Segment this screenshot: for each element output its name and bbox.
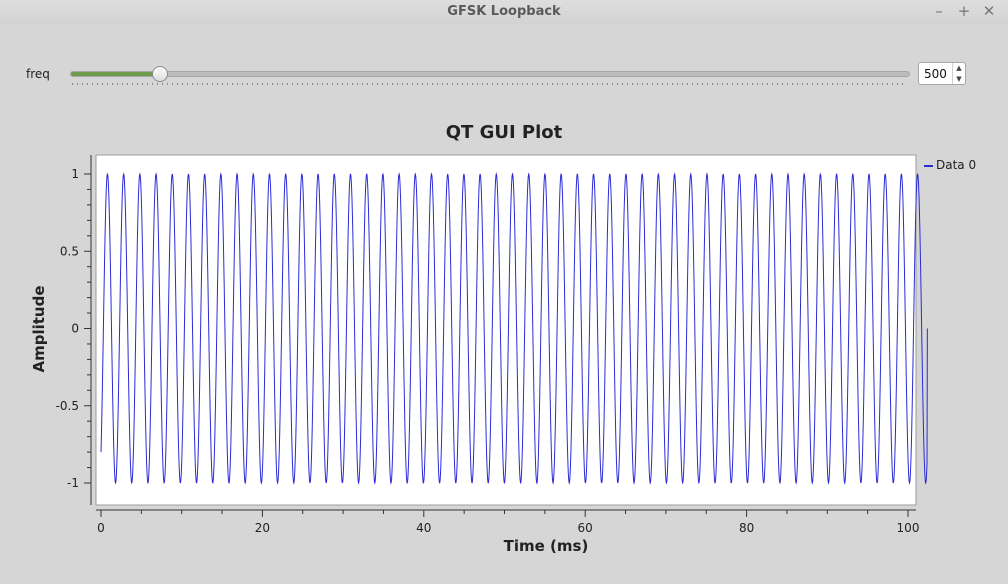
y-tick-label: 0.5 bbox=[60, 244, 79, 258]
x-tick-label: 100 bbox=[897, 521, 920, 535]
x-tick-label: 40 bbox=[416, 521, 431, 535]
x-tick-label: 80 bbox=[739, 521, 754, 535]
y-axis-title: Amplitude bbox=[30, 285, 48, 372]
y-tick-label: -0.5 bbox=[56, 399, 79, 413]
x-axis-title: Time (ms) bbox=[504, 537, 589, 555]
y-tick-label: 0 bbox=[71, 322, 79, 336]
plot-canvas: 0 20 40 60 80 100 1 0.5 0 -0.5 -1 Time (ms) Amplitud… bbox=[30, 154, 928, 555]
legend-swatch-icon bbox=[924, 164, 933, 167]
y-tick-label: -1 bbox=[67, 476, 79, 490]
y-tick-label: 1 bbox=[71, 167, 79, 181]
plot-legend[interactable]: Data 0 bbox=[924, 158, 976, 172]
x-tick-label: 20 bbox=[255, 521, 270, 535]
legend-label: Data 0 bbox=[936, 158, 977, 172]
x-tick-label: 60 bbox=[578, 521, 593, 535]
x-tick-label: 0 bbox=[97, 521, 105, 535]
